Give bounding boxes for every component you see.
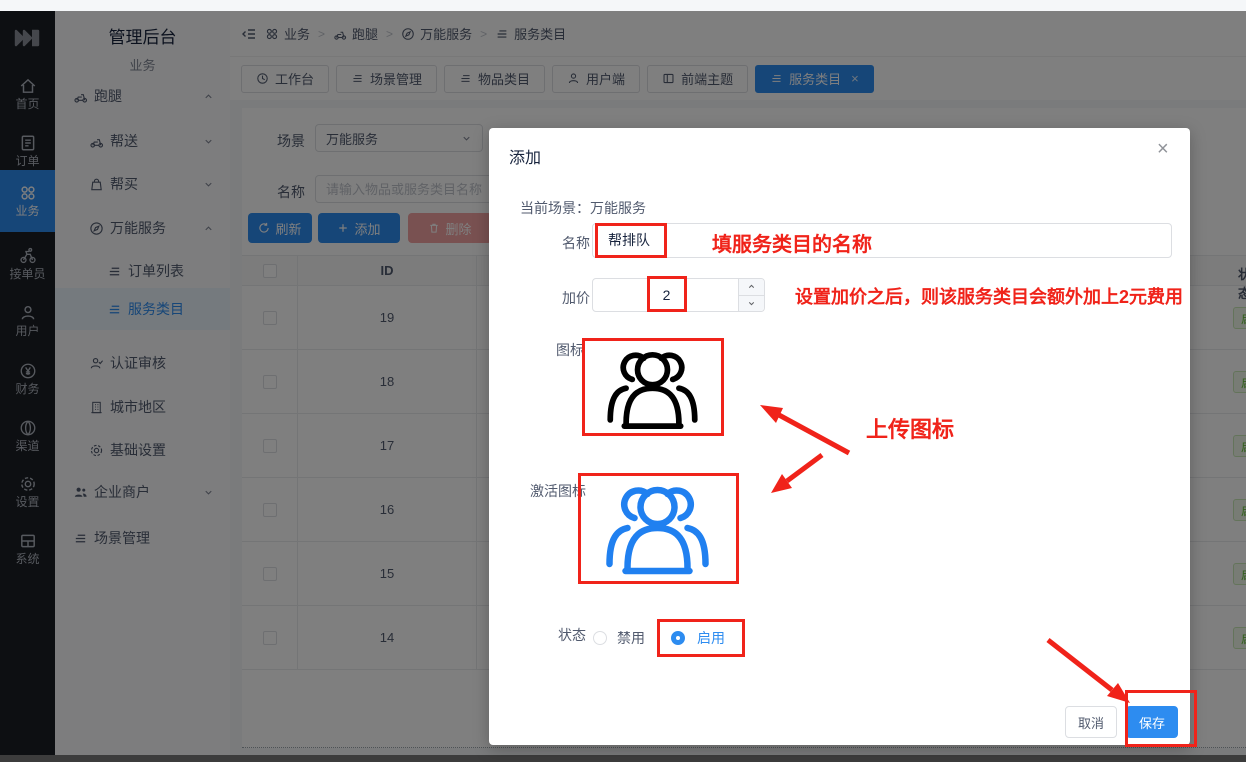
dialog-title: 添加: [509, 144, 541, 168]
cancel-button[interactable]: 取消: [1065, 706, 1117, 738]
status-radio-group: 禁用 启用: [593, 628, 725, 648]
price-field-label: 加价: [562, 288, 590, 308]
category-icon-black-upload[interactable]: [595, 346, 710, 434]
price-field-stepper[interactable]: 2: [592, 278, 765, 312]
stepper-controls: [738, 279, 764, 311]
active-icon-field-label: 激活图标: [530, 481, 586, 501]
status-disabled-label: 禁用: [617, 628, 645, 648]
price-field-value: 2: [593, 279, 740, 311]
dialog-footer: 取消 保存: [1065, 706, 1178, 738]
add-dialog: 添加 × 当前场景：万能服务 名称 帮排队 加价 2 图标 激活图: [489, 128, 1190, 745]
status-enabled-radio[interactable]: [671, 631, 685, 645]
save-button[interactable]: 保存: [1126, 706, 1178, 738]
status-enabled-label: 启用: [697, 628, 725, 648]
status-field-label: 状态: [558, 625, 586, 645]
category-icon-blue-upload[interactable]: [590, 480, 725, 580]
icon-field-label: 图标: [556, 340, 584, 360]
dialog-close-icon[interactable]: ×: [1157, 138, 1169, 161]
name-field-label: 名称: [562, 233, 590, 253]
status-disabled-radio[interactable]: [593, 631, 607, 645]
name-field-input[interactable]: 帮排队: [592, 223, 1172, 258]
app-screen: 首页 订单 业务 接单员 用户 财务 渠道 设置: [0, 0, 1246, 762]
stepper-down-icon[interactable]: [739, 296, 764, 312]
stepper-up-icon[interactable]: [739, 279, 764, 296]
current-scene-text: 当前场景：万能服务: [520, 198, 646, 218]
